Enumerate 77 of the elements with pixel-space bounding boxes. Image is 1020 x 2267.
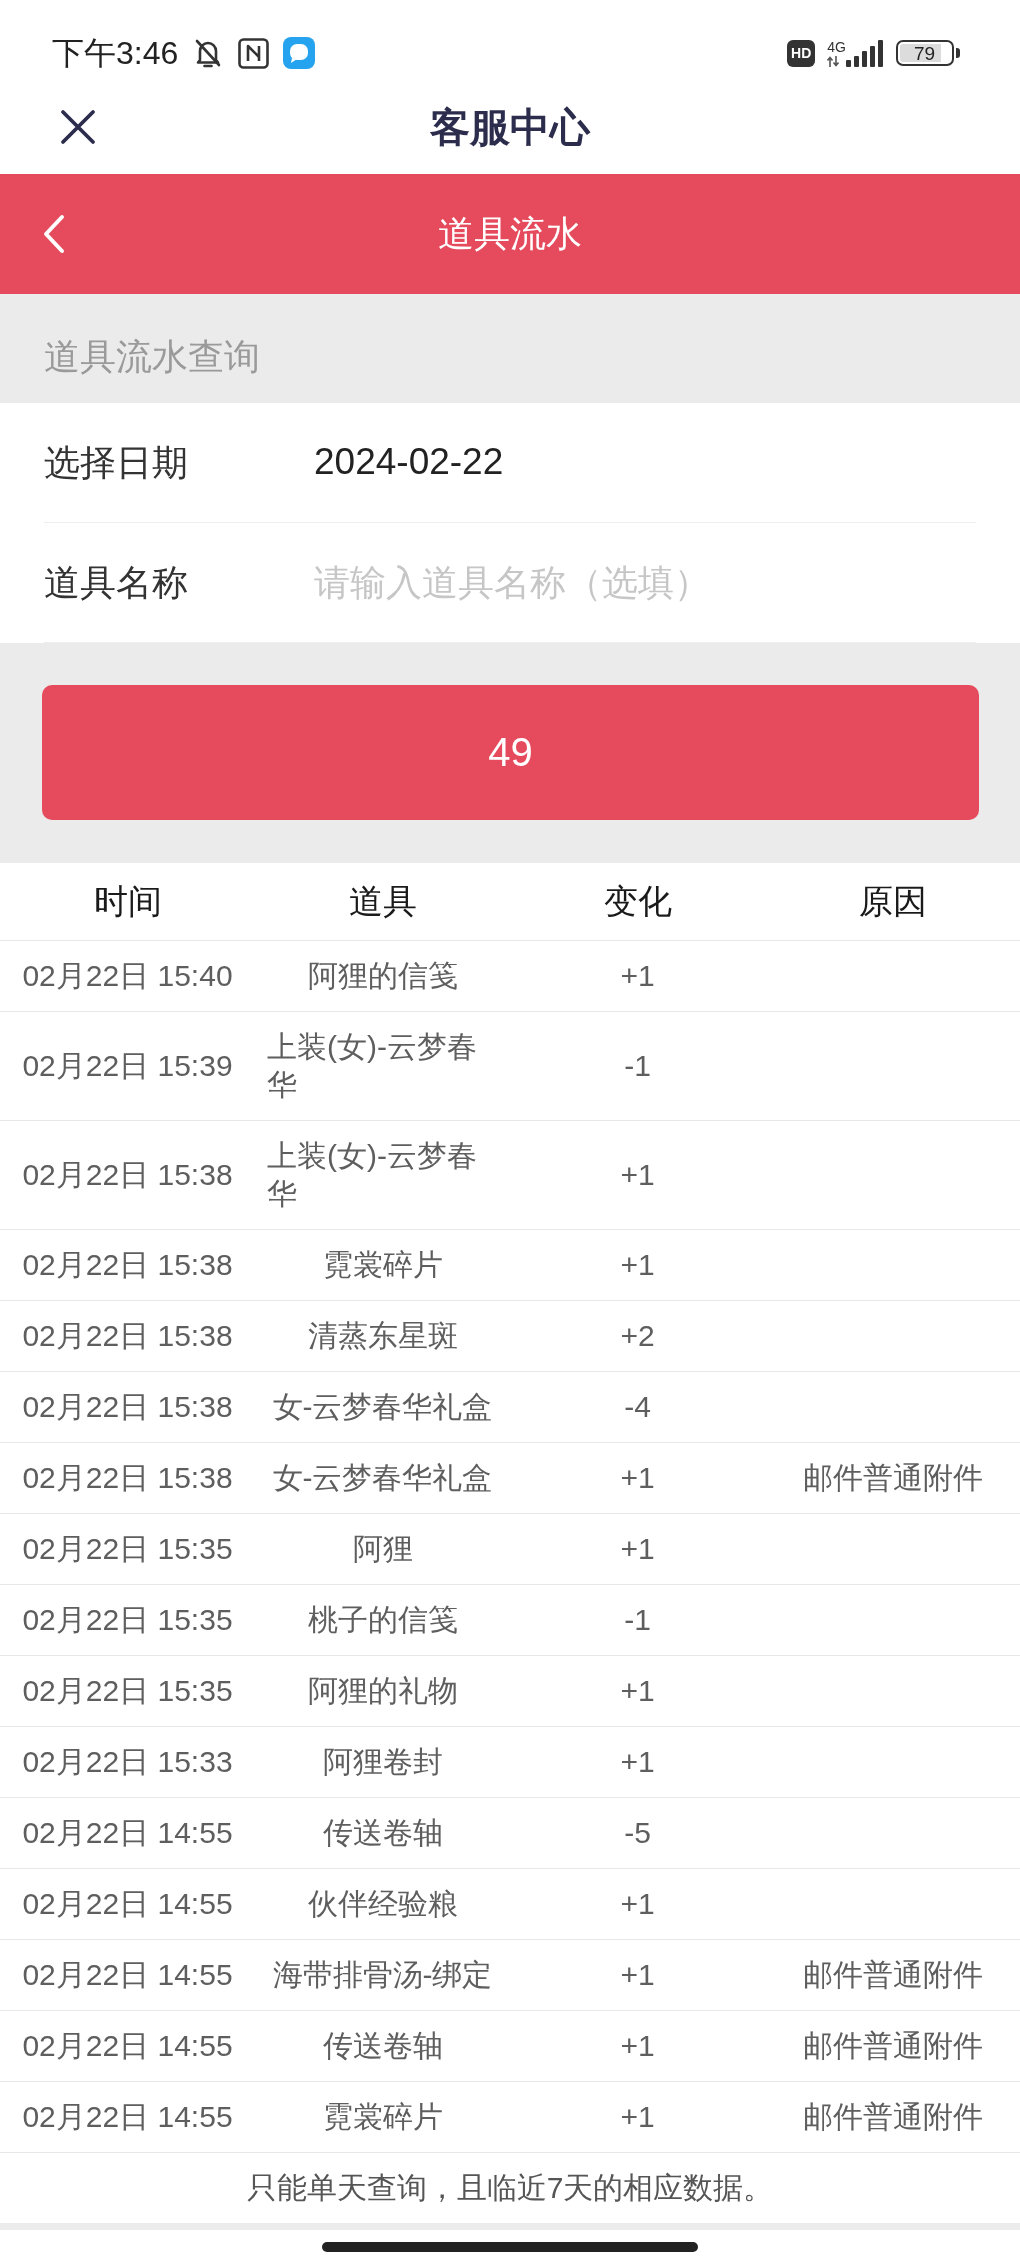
back-icon <box>42 214 66 254</box>
item-name: 上装(女)-云梦春华 <box>267 1029 478 1103</box>
time-text: 02月22日 14:55 <box>22 2099 233 2135</box>
reason-text: 邮件普通附件 <box>802 1460 983 1496</box>
time-text: 02月22日 15:38 <box>22 1318 233 1354</box>
time-text: 02月22日 14:55 <box>22 1886 233 1922</box>
hd-badge: HD <box>787 39 816 67</box>
item-name: 传送卷轴 <box>322 2028 443 2064</box>
time-text: 02月22日 14:55 <box>22 1957 233 1993</box>
back-button[interactable] <box>42 214 66 254</box>
query-button[interactable]: 49 <box>42 685 979 820</box>
time-text: 02月22日 15:33 <box>22 1744 233 1780</box>
column-header: 原因 <box>858 881 927 922</box>
item-name: 霓裳碎片 <box>322 1247 443 1283</box>
date-field[interactable]: 2024-02-22 <box>314 440 504 485</box>
item-name: 霓裳碎片 <box>322 2099 443 2135</box>
reason-text: 邮件普通附件 <box>802 2099 983 2135</box>
reason-text: 邮件普通附件 <box>802 2028 983 2064</box>
field-label: 道具名称 <box>44 560 189 605</box>
network-type-label: 4G <box>827 39 846 54</box>
footer-note: 只能单天查询，且临近7天的相应数据。 <box>246 2170 774 2206</box>
close-button[interactable] <box>60 109 96 145</box>
nfc-icon <box>238 37 270 69</box>
item-name: 海带排骨汤-绑定 <box>272 1957 493 1993</box>
change-value: +1 <box>620 958 655 994</box>
column-header: 变化 <box>603 881 672 922</box>
item-name: 清蒸东星斑 <box>307 1318 458 1354</box>
reason-text: 邮件普通附件 <box>802 1957 983 1993</box>
change-value: +1 <box>620 1157 655 1193</box>
item-name: 阿狸 <box>352 1531 413 1567</box>
status-time: 下午3:46 <box>52 37 179 69</box>
battery-indicator: 79 <box>896 40 960 66</box>
change-value: +1 <box>620 2028 655 2064</box>
change-value: +1 <box>620 1460 655 1496</box>
section-title: 道具流水查询 <box>44 334 260 379</box>
page-title: 客服中心 <box>430 104 590 151</box>
time-text: 02月22日 14:55 <box>22 1815 233 1851</box>
change-value: +1 <box>620 1886 655 1922</box>
item-name: 女-云梦春华礼盒 <box>272 1460 493 1496</box>
item-name: 阿狸的信笺 <box>307 958 458 994</box>
field-label: 选择日期 <box>44 440 189 485</box>
app-icon <box>283 37 316 69</box>
item-name: 上装(女)-云梦春华 <box>267 1138 478 1212</box>
change-value: +1 <box>620 1957 655 1993</box>
signal-icon <box>846 39 884 67</box>
header-title: 道具流水 <box>438 212 582 256</box>
time-text: 02月22日 15:39 <box>22 1048 233 1084</box>
time-text: 02月22日 15:35 <box>22 1673 233 1709</box>
time-text: 02月22日 15:40 <box>22 958 233 994</box>
column-header: 时间 <box>93 881 162 922</box>
item-name: 伙伴经验粮 <box>307 1886 458 1922</box>
time-text: 02月22日 14:55 <box>22 2028 233 2064</box>
change-value: +1 <box>620 1744 655 1780</box>
item-name: 桃子的信笺 <box>307 1602 458 1638</box>
time-text: 02月22日 15:38 <box>22 1247 233 1283</box>
change-value: +2 <box>620 1318 655 1354</box>
item-name: 传送卷轴 <box>322 1815 443 1851</box>
change-value: -1 <box>624 1602 651 1638</box>
time-text: 02月22日 15:38 <box>22 1460 233 1496</box>
column-header: 道具 <box>348 881 417 922</box>
time-text: 02月22日 15:35 <box>22 1531 233 1567</box>
change-value: +1 <box>620 2099 655 2135</box>
time-text: 02月22日 15:35 <box>22 1602 233 1638</box>
input-field[interactable]: 请输入道具名称（选填） <box>314 560 976 605</box>
item-name: 女-云梦春华礼盒 <box>272 1389 493 1425</box>
change-value: +1 <box>620 1247 655 1283</box>
change-value: +1 <box>620 1673 655 1709</box>
time-text: 02月22日 15:38 <box>22 1389 233 1425</box>
close-icon <box>60 109 96 145</box>
data-arrows-icon <box>827 55 840 67</box>
change-value: -1 <box>624 1048 651 1084</box>
time-text: 02月22日 15:38 <box>22 1157 233 1193</box>
change-value: -5 <box>624 1815 651 1851</box>
change-value: -4 <box>624 1389 651 1425</box>
item-name: 阿狸卷封 <box>322 1744 443 1780</box>
change-value: +1 <box>620 1531 655 1567</box>
item-name: 阿狸的礼物 <box>307 1673 458 1709</box>
